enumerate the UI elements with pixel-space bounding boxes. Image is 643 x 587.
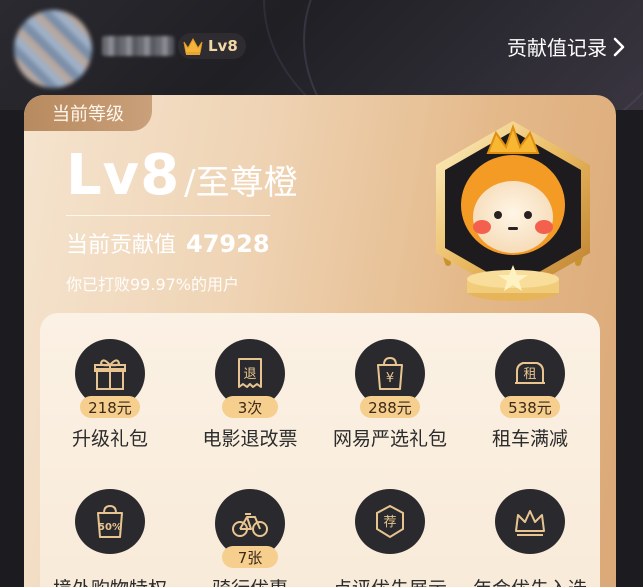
- benefit-review-priority[interactable]: 荐 点评优先展示: [320, 481, 460, 587]
- benefit-value: 218元: [80, 396, 140, 418]
- level-badge-text: Lv8: [208, 37, 238, 55]
- benefit-value: 538元: [500, 396, 560, 418]
- car-rent-icon: 租: [515, 361, 545, 384]
- chevron-right-icon: [613, 37, 625, 56]
- contribution-record-link[interactable]: 贡献值记录: [507, 32, 625, 61]
- benefit-label: 电影退改票: [202, 428, 298, 450]
- crown-icon: [183, 37, 203, 55]
- rent-glyph: 租: [523, 367, 536, 382]
- ticket-glyph: 退: [243, 367, 256, 382]
- level-medal-icon: [436, 121, 590, 301]
- yen-glyph: ¥: [386, 371, 394, 386]
- benefit-label: 网易严选礼包: [332, 428, 447, 450]
- bicycle-icon: [232, 512, 268, 537]
- ticket-icon: 退: [238, 357, 262, 388]
- benefit-car-rental[interactable]: 租 538元 租车满减: [460, 331, 600, 451]
- divider: [66, 215, 270, 216]
- username-blurred: [102, 36, 174, 56]
- benefit-icon-circle: 50%: [75, 489, 145, 554]
- benefit-label: 升级礼包: [71, 428, 148, 450]
- benefit-label: 点评优先展示: [333, 574, 447, 587]
- contribution-value: 47928: [186, 230, 270, 258]
- benefit-yanxuan-gift[interactable]: ¥ 288元 网易严选礼包: [320, 331, 460, 451]
- benefit-label: 骑行优惠: [212, 574, 288, 587]
- contribution-label: 当前贡献值: [66, 233, 177, 258]
- beat-percentage-text: 你已打败99.97%的用户: [66, 275, 240, 294]
- current-level-tag: 当前等级: [24, 95, 152, 131]
- crown-icon: [515, 509, 545, 536]
- level-title: Lv8 /至尊橙: [66, 143, 298, 208]
- benefit-label: 境外购物特权: [53, 574, 167, 587]
- benefits-panel: 218元 升级礼包 退 3次 电影退改票 ¥ 288元 网易严选礼包 租 538…: [40, 313, 600, 587]
- benefit-overseas-shopping[interactable]: 50% 境外购物特权: [40, 481, 180, 587]
- benefit-movie-refund[interactable]: 退 3次 电影退改票: [180, 331, 320, 451]
- level-name: /至尊橙: [184, 163, 298, 203]
- benefit-value: 7张: [222, 546, 278, 568]
- level-code: Lv8: [66, 143, 181, 208]
- benefit-upgrade-gift[interactable]: 218元 升级礼包: [40, 331, 180, 451]
- benefit-value: 3次: [222, 396, 278, 418]
- benefit-value: 288元: [360, 396, 420, 418]
- discount-glyph: 50%: [98, 522, 122, 533]
- benefit-icon-circle: 荐: [355, 489, 425, 554]
- discount-bag-icon: 50%: [97, 504, 123, 538]
- recommend-glyph: 荐: [383, 515, 396, 530]
- gift-icon: [94, 359, 126, 390]
- avatar[interactable]: [14, 10, 92, 88]
- benefit-annual-meeting[interactable]: 年会优先入选: [460, 481, 600, 587]
- level-card: 当前等级 Lv8 /至尊橙 当前贡献值 47928 你已打败99.97%的用户: [24, 95, 616, 587]
- contribution-row: 当前贡献值 47928: [66, 227, 270, 259]
- recommend-badge-icon: 荐: [376, 504, 404, 538]
- header-bar: Lv8 贡献值记录: [0, 0, 643, 110]
- benefit-icon-circle: [495, 489, 565, 554]
- record-link-label: 贡献值记录: [507, 36, 607, 60]
- benefit-label: 租车满减: [491, 428, 568, 450]
- level-badge[interactable]: Lv8: [178, 33, 246, 59]
- shopping-bag-yen-icon: ¥: [377, 356, 403, 390]
- benefit-label: 年会优先入选: [473, 574, 587, 587]
- benefit-cycling-discount[interactable]: 7张 骑行优惠: [180, 481, 320, 587]
